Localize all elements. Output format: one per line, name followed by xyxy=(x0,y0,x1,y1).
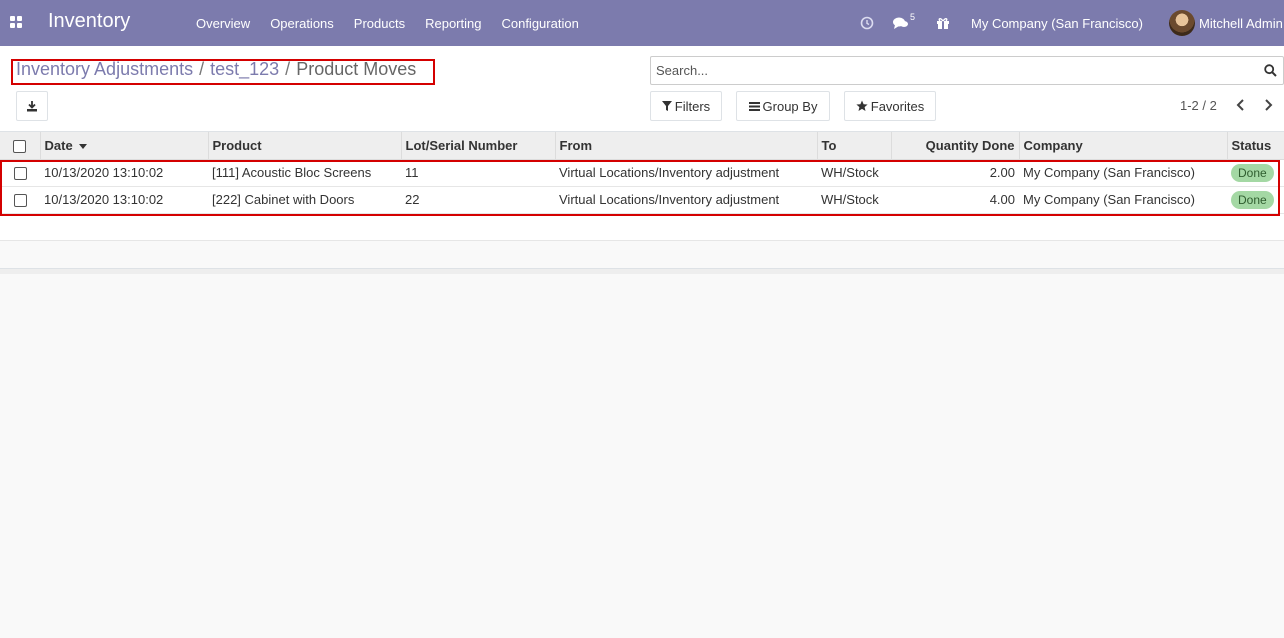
favorites-button[interactable]: Favorites xyxy=(844,91,936,121)
cell-quantity-done: 4.00 xyxy=(891,186,1019,214)
user-menu[interactable]: Mitchell Admin xyxy=(1169,0,1283,46)
cell-product: [222] Cabinet with Doors xyxy=(208,186,401,214)
cell-product: [111] Acoustic Bloc Screens xyxy=(208,159,401,187)
row-checkbox-cell xyxy=(0,186,40,214)
filters-button[interactable]: Filters xyxy=(650,91,722,121)
select-all-checkbox-cell xyxy=(0,132,41,160)
row-checkbox[interactable] xyxy=(13,194,27,208)
cell-from: Virtual Locations/Inventory adjustment xyxy=(555,186,817,214)
star-icon xyxy=(856,100,868,111)
favorites-label: Favorites xyxy=(870,98,925,114)
filter-icon xyxy=(661,101,672,111)
cell-date: 10/13/2020 13:10:02 xyxy=(40,159,208,187)
chevron-left-icon[interactable] xyxy=(1234,97,1248,113)
breadcrumb-inventory-adjustments[interactable]: Inventory Adjustments xyxy=(16,59,193,80)
top-navbar: Inventory Overview Operations Products R… xyxy=(0,0,1284,46)
breadcrumb-separator: / xyxy=(199,59,205,79)
pager-value[interactable]: 1-2 / 2 xyxy=(1180,98,1217,113)
control-panel: Inventory Adjustments / test_123 / Produ… xyxy=(0,46,1284,132)
avatar xyxy=(1169,10,1195,36)
cell-to: WH/Stock xyxy=(817,186,891,214)
cell-status: Done xyxy=(1227,186,1284,214)
search-box xyxy=(650,56,1284,85)
empty-row xyxy=(0,213,1284,241)
row-checkbox-cell xyxy=(0,159,40,187)
apps-menu-icon[interactable] xyxy=(10,16,22,28)
user-name: Mitchell Admin xyxy=(1199,15,1283,31)
app-name[interactable]: Inventory xyxy=(48,10,130,33)
download-button[interactable] xyxy=(16,91,48,121)
cell-to: WH/Stock xyxy=(817,159,891,187)
breadcrumb: Inventory Adjustments / test_123 / Produ… xyxy=(16,59,416,80)
breadcrumb-separator: / xyxy=(285,59,291,79)
column-header-to[interactable]: To xyxy=(817,132,892,160)
column-header-quantity-done[interactable]: Quantity Done xyxy=(891,132,1020,160)
menu-item-operations[interactable]: Operations xyxy=(260,16,344,31)
group-by-bars-icon xyxy=(748,101,760,111)
select-all-checkbox[interactable] xyxy=(13,139,27,153)
cell-company: My Company (San Francisco) xyxy=(1019,159,1227,187)
row-checkbox[interactable] xyxy=(13,167,27,181)
page-title: Product Moves xyxy=(296,59,417,79)
empty-cell xyxy=(0,213,1284,241)
search-icon[interactable] xyxy=(1264,64,1277,77)
cell-quantity-done: 2.00 xyxy=(891,159,1019,187)
menu-item-products[interactable]: Products xyxy=(344,16,415,31)
menu-item-reporting[interactable]: Reporting xyxy=(415,16,491,31)
download-icon xyxy=(27,101,37,112)
list-footer xyxy=(0,268,1284,274)
status-badge: Done xyxy=(1231,163,1274,182)
sort-caret-down-icon xyxy=(78,143,87,149)
activity-clock-icon[interactable] xyxy=(860,0,874,46)
cell-company: My Company (San Francisco) xyxy=(1019,186,1227,214)
product-moves-table: Date Product Lot/Serial Number From To Q… xyxy=(0,132,1284,241)
breadcrumb-test-123[interactable]: test_123 xyxy=(210,59,279,80)
company-switcher[interactable]: My Company (San Francisco) xyxy=(971,0,1143,46)
table-row[interactable]: 10/13/2020 13:10:02 [222] Cabinet with D… xyxy=(0,186,1284,214)
column-header-product[interactable]: Product xyxy=(208,132,402,160)
column-header-lot[interactable]: Lot/Serial Number xyxy=(401,132,556,160)
table-row[interactable]: 10/13/2020 13:10:02 [111] Acoustic Bloc … xyxy=(0,159,1284,187)
column-header-date[interactable]: Date xyxy=(40,132,209,160)
chat-count-badge: 5 xyxy=(910,12,916,22)
menu-item-overview[interactable]: Overview xyxy=(186,16,260,31)
status-badge: Done xyxy=(1231,190,1274,209)
cell-lot: 22 xyxy=(401,186,555,214)
list-view: Date Product Lot/Serial Number From To Q… xyxy=(0,132,1284,241)
column-header-status[interactable]: Status xyxy=(1227,132,1284,160)
filters-label: Filters xyxy=(674,98,711,114)
search-input[interactable] xyxy=(656,57,1246,83)
column-header-company[interactable]: Company xyxy=(1019,132,1228,160)
group-by-label: Group By xyxy=(762,98,818,114)
messages-chat-icon[interactable]: 5 xyxy=(893,0,915,46)
cell-date: 10/13/2020 13:10:02 xyxy=(40,186,208,214)
column-header-date-label: Date xyxy=(44,137,73,153)
group-by-button[interactable]: Group By xyxy=(736,91,830,121)
cell-status: Done xyxy=(1227,159,1284,187)
table-header-row: Date Product Lot/Serial Number From To Q… xyxy=(0,132,1284,160)
cell-lot: 11 xyxy=(401,159,555,187)
column-header-from[interactable]: From xyxy=(555,132,818,160)
main-menu: Overview Operations Products Reporting C… xyxy=(186,0,589,46)
cell-from: Virtual Locations/Inventory adjustment xyxy=(555,159,817,187)
gift-icon[interactable] xyxy=(936,0,950,46)
chevron-right-icon[interactable] xyxy=(1261,97,1275,113)
menu-item-configuration[interactable]: Configuration xyxy=(491,16,588,31)
